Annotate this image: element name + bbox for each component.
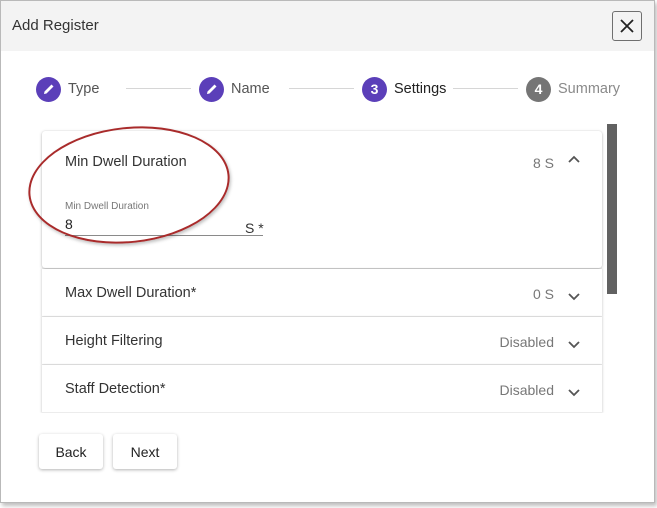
add-register-dialog: Add Register Type Name 3 Settings 4 Summ… [0, 0, 655, 503]
step-label-summary: Summary [558, 81, 621, 97]
max-dwell-row[interactable]: Max Dwell Duration* 0 S [42, 269, 602, 317]
staff-detection-row[interactable]: Staff Detection* Disabled [42, 365, 602, 413]
pencil-icon [199, 76, 224, 102]
max-dwell-value: 0 S [532, 286, 554, 302]
step-number-3: 3 [362, 76, 387, 102]
close-icon [620, 19, 634, 33]
min-dwell-unit: S * [245, 220, 264, 236]
settings-scroll-area[interactable]: Min Dwell Duration 8 S Min Dwell Duratio… [39, 123, 617, 413]
pencil-icon [36, 76, 61, 102]
step-type[interactable]: Type [36, 76, 99, 102]
scrollbar-thumb[interactable] [607, 124, 617, 294]
step-summary[interactable]: 4 Summary [526, 76, 620, 102]
min-dwell-underline [65, 235, 263, 236]
step-label-type: Type [68, 81, 100, 97]
staff-detection-title: Staff Detection* [65, 381, 166, 397]
min-dwell-title: Min Dwell Duration [65, 154, 187, 170]
step-label-settings: Settings [394, 81, 447, 97]
chevron-down-icon[interactable] [567, 385, 581, 399]
min-dwell-panel: Min Dwell Duration 8 S Min Dwell Duratio… [42, 131, 602, 268]
staff-detection-value: Disabled [499, 382, 554, 398]
min-dwell-field-label: Min Dwell Duration [65, 201, 149, 212]
step-name[interactable]: Name [199, 76, 270, 102]
height-filtering-row[interactable]: Height Filtering Disabled [42, 317, 602, 365]
back-button[interactable]: Back [39, 434, 103, 469]
chevron-down-icon[interactable] [567, 337, 581, 351]
dialog-titlebar: Add Register [1, 1, 654, 51]
height-filtering-title: Height Filtering [65, 333, 163, 349]
max-dwell-title: Max Dwell Duration* [65, 285, 197, 301]
step-label-name: Name [231, 81, 270, 97]
wizard-stepper: Type Name 3 Settings 4 Summary [1, 73, 654, 105]
step-settings[interactable]: 3 Settings [362, 76, 446, 102]
dialog-title: Add Register [12, 17, 99, 34]
height-filtering-value: Disabled [499, 334, 554, 350]
chevron-up-icon[interactable] [567, 153, 581, 167]
close-button[interactable] [612, 11, 642, 41]
step-connector [289, 88, 354, 89]
next-button[interactable]: Next [113, 434, 177, 469]
step-connector [126, 88, 191, 89]
min-dwell-input[interactable] [65, 214, 235, 234]
min-dwell-summary: 8 S [532, 155, 554, 171]
chevron-down-icon[interactable] [567, 289, 581, 303]
step-connector [453, 88, 518, 89]
step-number-4: 4 [526, 76, 551, 102]
